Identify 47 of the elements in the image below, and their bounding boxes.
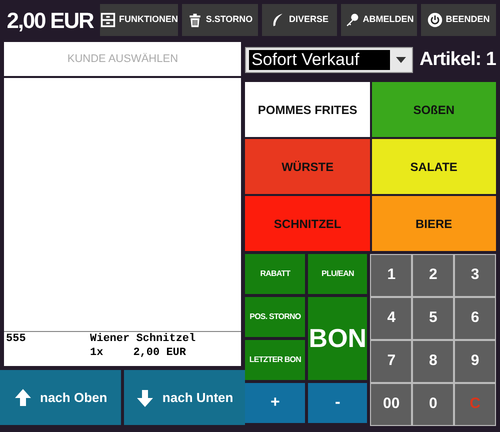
action-button[interactable]: LETZTER BON [245, 340, 305, 380]
key-icon [344, 12, 360, 28]
category-button[interactable]: SOßEN [372, 82, 496, 137]
toolbar-button[interactable]: BEENDEN [420, 4, 496, 36]
keypad-key[interactable]: 6 [455, 298, 495, 339]
arrow-up-icon [14, 388, 32, 408]
customer-field[interactable]: KUNDE AUSWÄHLEN [4, 42, 242, 76]
keypad-key[interactable]: 0 [413, 384, 454, 425]
item-price: 2,00 EUR [133, 346, 186, 360]
scroll-button[interactable]: nach Unten [124, 370, 246, 425]
mode-dropdown[interactable]: Sofort Verkauf [245, 47, 414, 73]
keypad-key[interactable]: 5 [413, 298, 454, 339]
item-name: Wiener Schnitzel [90, 332, 197, 346]
scroll-button[interactable]: nach Oben [0, 370, 122, 425]
action-button[interactable]: POS. STORNO [245, 297, 305, 337]
keypad-key[interactable]: 7 [371, 341, 412, 382]
operator-button[interactable]: - [308, 383, 368, 423]
keypad-key[interactable]: 9 [455, 341, 495, 382]
keypad-key[interactable]: 1 [371, 255, 412, 296]
arrow-down-icon [136, 388, 154, 408]
toolbar-button[interactable]: DIVERSE [262, 4, 337, 36]
toolbar-button[interactable]: S.STORNO [182, 4, 258, 36]
receipt-line[interactable]: 555 Wiener Schnitzel 1x 2,00 EUR [6, 332, 240, 360]
category-button[interactable]: POMMES FRITES [245, 82, 370, 137]
keypad-key[interactable]: 8 [413, 341, 454, 382]
toolbar-button[interactable]: ABMELDEN [341, 4, 416, 36]
article-count: Artikel: 1 [419, 48, 496, 72]
keypad-key[interactable]: 00 [371, 384, 412, 425]
category-button[interactable]: BIERE [372, 196, 496, 251]
caret-icon [396, 57, 406, 63]
action-button[interactable]: BON [308, 297, 368, 380]
keypad-key[interactable]: 3 [455, 255, 495, 296]
power-icon [426, 12, 443, 28]
action-button[interactable]: PLU/EAN [308, 254, 368, 294]
toolbar-button[interactable]: FUNKTIONEN [100, 4, 178, 36]
keypad-key[interactable]: 4 [371, 298, 412, 339]
operator-button[interactable]: + [245, 383, 305, 423]
item-quantity: 1x [90, 346, 104, 360]
keypad-key[interactable]: 2 [413, 255, 454, 296]
category-button[interactable]: SCHNITZEL [245, 196, 370, 251]
category-button[interactable]: SALATE [372, 139, 496, 194]
trash-icon [186, 12, 203, 28]
category-button[interactable]: WÜRSTE [245, 139, 370, 194]
total-amount: 2,00 EUR [6, 6, 95, 34]
plu-number: 555 [6, 332, 27, 346]
action-button[interactable]: RABATT [245, 254, 305, 294]
drawer-icon [100, 12, 116, 28]
